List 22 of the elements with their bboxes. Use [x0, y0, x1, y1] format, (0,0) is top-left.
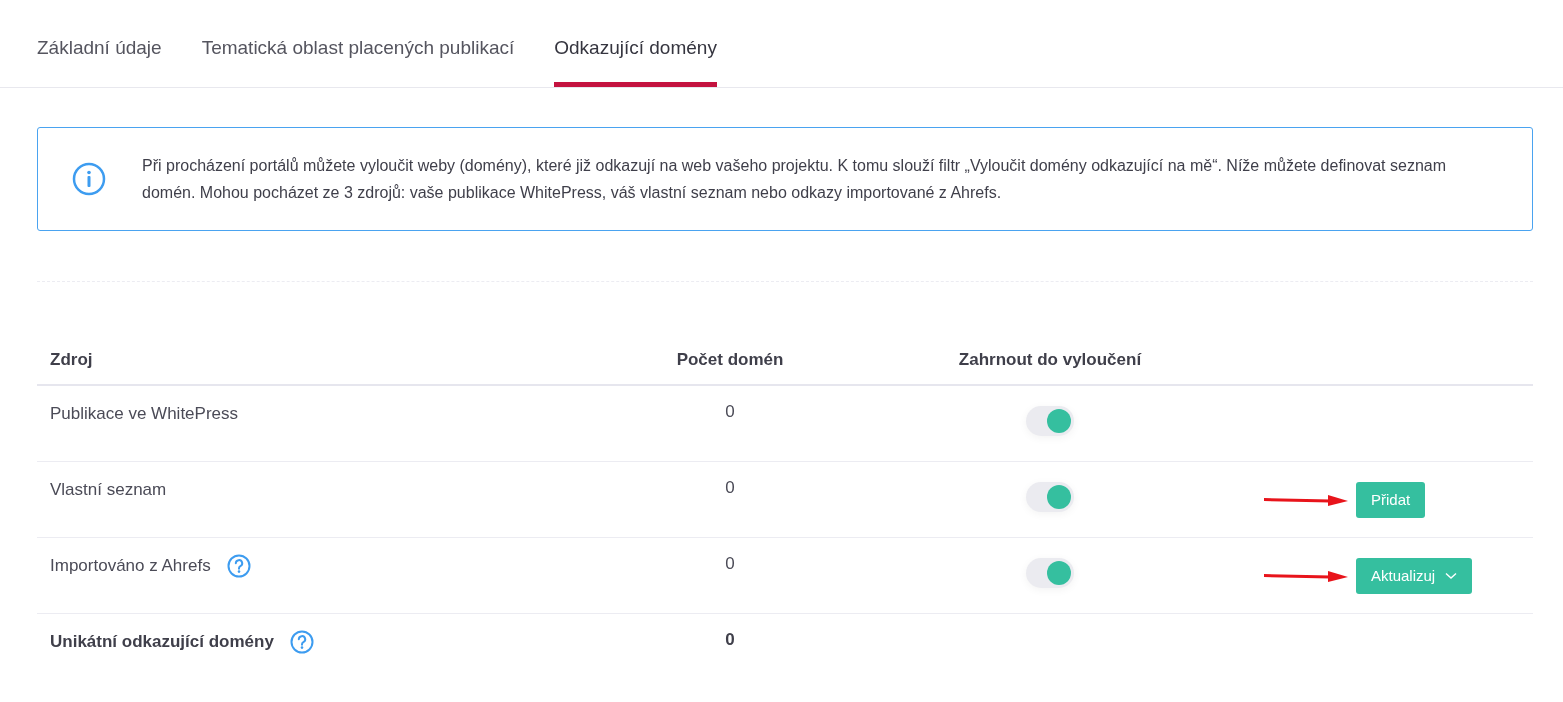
- domain-count: 0: [725, 554, 735, 573]
- domain-count: 0: [725, 630, 735, 649]
- source-name: Unikátní odkazující domény: [50, 632, 274, 652]
- source-name: Importováno z Ahrefs: [50, 556, 211, 576]
- domain-count: 0: [725, 402, 735, 421]
- info-text: Při procházení portálů můžete vyloučit weby (domény), které již odkazují na web vašeho projektu. K tomu slouží filtr „Vyloučit domény odkazující na mě“. Níže můžete definovat seznam domén. Mohou pocházet ze 3 zdrojů: vaše publikace WhitePress, váš vlastní seznam nebo odkazy importované z Ahrefs.: [142, 156, 1447, 203]
- tab[interactable]: Základní údaje: [37, 0, 162, 87]
- column-header: Zdroj: [50, 350, 93, 370]
- info-icon: [72, 162, 106, 196]
- toggle-switch[interactable]: [1026, 406, 1074, 436]
- column-header: Zahrnout do vyloučení: [958, 350, 1142, 370]
- domain-count: 0: [725, 478, 735, 497]
- source-name: Publikace ve WhitePress: [50, 404, 239, 424]
- help-icon[interactable]: [226, 554, 251, 578]
- source-name: Vlastní seznam: [50, 480, 167, 500]
- column-header: Počet domén: [676, 350, 784, 369]
- chevron-down-icon: [1445, 571, 1458, 580]
- toggle-switch[interactable]: [1026, 558, 1074, 588]
- help-icon[interactable]: [289, 630, 314, 654]
- toggle-switch[interactable]: [1026, 482, 1074, 512]
- tab[interactable]: Tematická oblast placených publikací: [201, 0, 515, 87]
- tab[interactable]: Odkazující domény: [554, 0, 717, 87]
